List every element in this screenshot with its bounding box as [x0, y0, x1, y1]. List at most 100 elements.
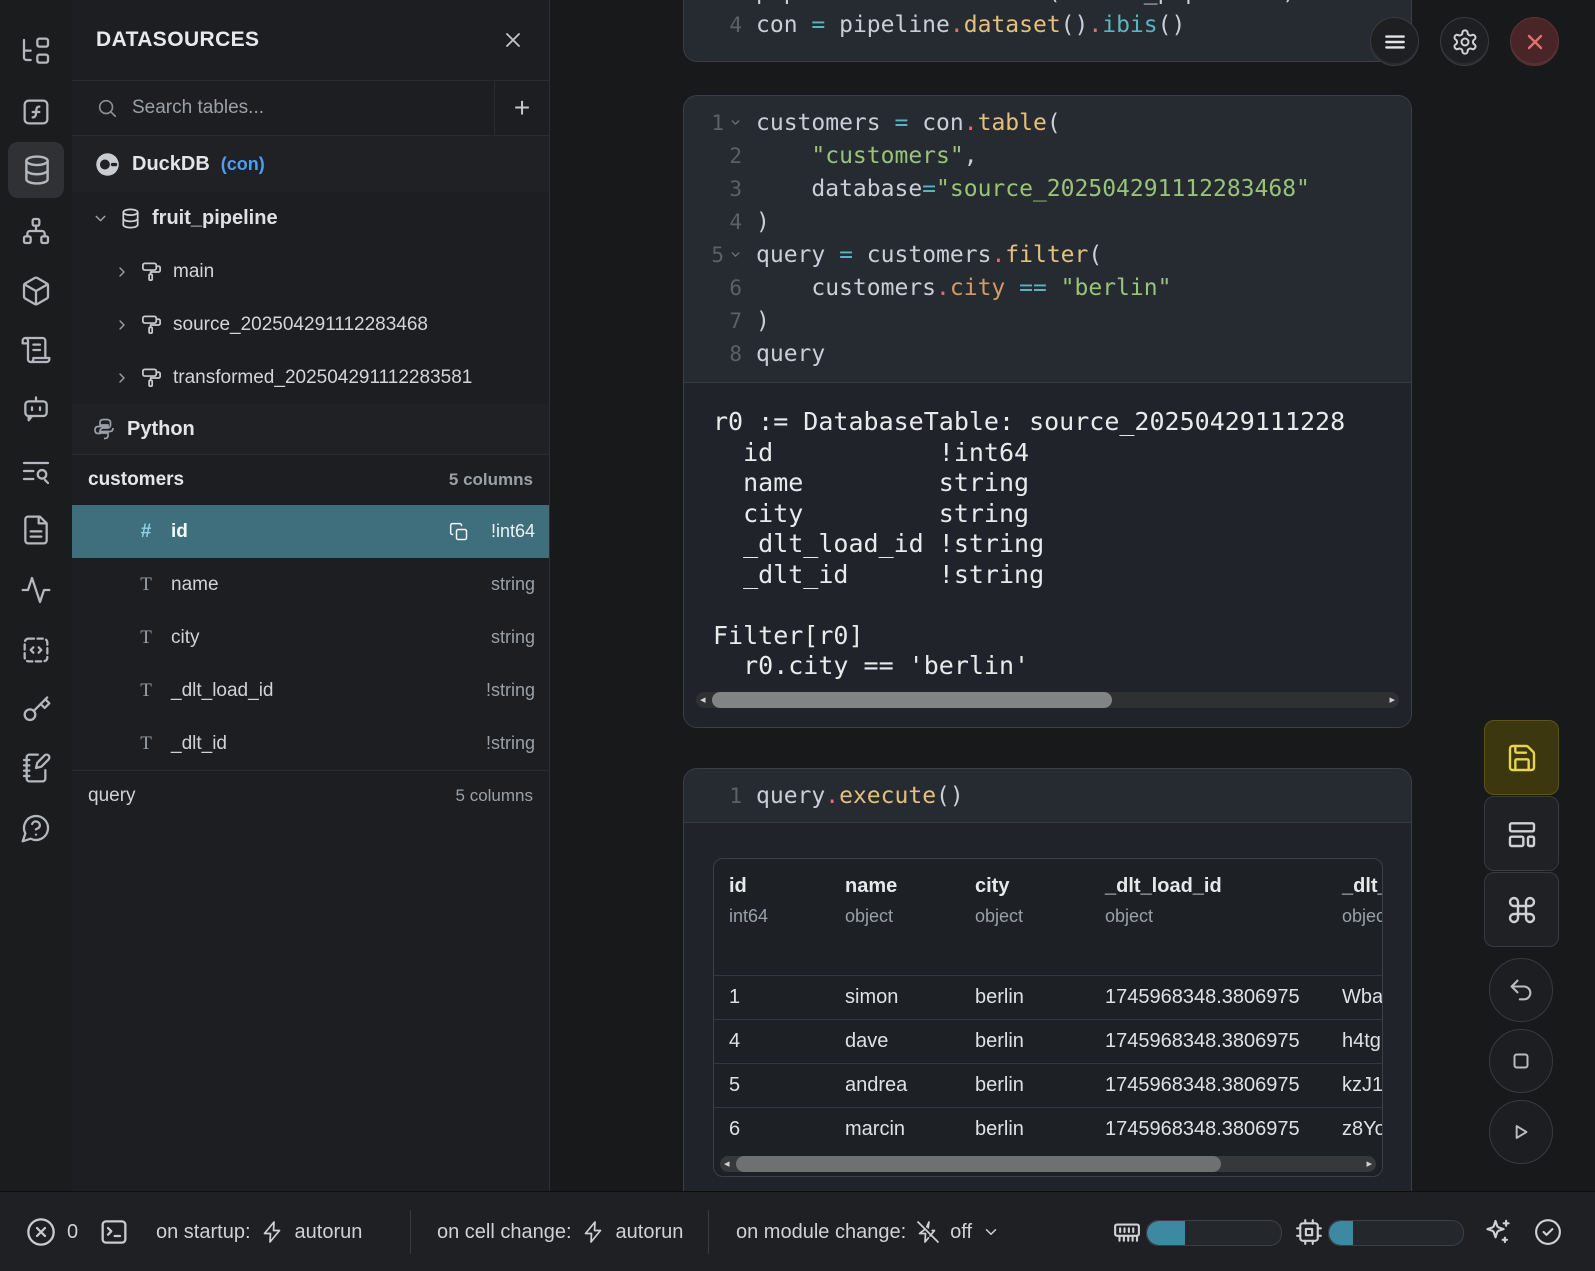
command-icon — [1506, 894, 1538, 926]
copy-icon[interactable] — [449, 522, 469, 542]
scrollbar-thumb[interactable] — [712, 692, 1112, 708]
column-row-id[interactable]: # id !int64 — [72, 505, 549, 558]
tree-item-label: main — [173, 261, 214, 283]
zap-icon — [582, 1220, 606, 1244]
dependency-graph-icon[interactable] — [20, 215, 52, 247]
text-type-icon: T — [135, 680, 157, 702]
column-header-id[interactable]: idint64 — [714, 859, 830, 976]
tree-item-source[interactable]: source_202504291112283468 — [72, 298, 549, 351]
tree-item-fruit-pipeline[interactable]: fruit_pipeline — [72, 192, 549, 245]
connection-badge: (con) — [221, 154, 265, 175]
ai-assistant-button[interactable] — [1483, 1192, 1513, 1271]
column-name: name — [171, 574, 477, 596]
stop-icon — [1508, 1048, 1534, 1074]
dataframe-query-header[interactable]: query 5 columns — [72, 770, 549, 821]
help-icon[interactable] — [20, 812, 52, 844]
save-button[interactable] — [1484, 720, 1559, 795]
fold-icon[interactable] — [729, 248, 742, 261]
datasources-icon[interactable] — [20, 153, 52, 185]
ram-usage[interactable] — [1112, 1192, 1142, 1271]
notebook-menu-button[interactable] — [1370, 17, 1419, 66]
file-icon[interactable] — [20, 514, 52, 546]
python-section-label: Python — [127, 418, 195, 441]
number-type-icon: # — [135, 521, 157, 543]
dataframe-name: customers — [88, 469, 184, 491]
panel-header: DATASOURCES — [72, 0, 549, 81]
code-cell-2[interactable]: 1 customers = con.table( 2 "customers", … — [683, 95, 1412, 728]
ibis-expression-output: r0 := DatabaseTable: source_202504291112… — [684, 383, 1411, 682]
scroll-right-arrow[interactable]: ▸ — [1366, 1157, 1372, 1170]
function-icon[interactable] — [20, 96, 52, 128]
app-window: DATASOURCES Search tables... + DuckDB (c… — [0, 0, 1595, 1271]
python-logo-icon — [92, 417, 116, 441]
column-header-city[interactable]: cityobject — [960, 859, 1090, 976]
column-row-city[interactable]: T city string — [72, 611, 549, 664]
tree-item-label: transformed_202504291112283581 — [173, 367, 472, 389]
close-panel-icon[interactable] — [501, 28, 525, 52]
table-row[interactable]: 1simonberlin1745968348.3806975Wba — [714, 976, 1383, 1020]
table-header-row: idint64 nameobject cityobject _dlt_load_… — [714, 859, 1383, 976]
column-header-dlt-id[interactable]: _dlt_idobject — [1327, 859, 1383, 976]
result-table-container[interactable]: idint64 nameobject cityobject _dlt_load_… — [713, 858, 1383, 1177]
settings-button[interactable] — [1440, 17, 1489, 66]
column-header-name[interactable]: nameobject — [830, 859, 960, 976]
chevron-right-icon — [114, 317, 130, 333]
connection-row-duckdb[interactable]: DuckDB (con) — [72, 136, 549, 192]
on-cell-change-setting[interactable]: on cell change: autorun — [437, 1192, 683, 1271]
search-tables-input[interactable]: Search tables... — [72, 81, 494, 135]
command-palette-button[interactable] — [1484, 872, 1559, 947]
python-section-header[interactable]: Python — [72, 404, 549, 454]
logs-search-icon[interactable] — [20, 455, 52, 487]
activity-icon[interactable] — [20, 574, 52, 606]
setting-value: off — [950, 1221, 972, 1244]
column-name: city — [171, 627, 477, 649]
scroll-left-arrow[interactable]: ◂ — [724, 1157, 730, 1170]
on-module-change-setting[interactable]: on module change: off — [736, 1192, 1000, 1271]
cpu-usage[interactable] — [1294, 1192, 1324, 1271]
chevron-right-icon — [114, 370, 130, 386]
scroll-left-arrow[interactable]: ◂ — [700, 693, 706, 706]
code-editor[interactable]: 1 customers = con.table( 2 "customers", … — [684, 96, 1411, 382]
sparkles-icon — [1483, 1217, 1513, 1247]
setting-label: on cell change: — [437, 1221, 572, 1244]
datasources-panel: DATASOURCES Search tables... + DuckDB (c… — [72, 0, 550, 1191]
table-row[interactable]: 4daveberlin1745968348.3806975h4tg — [714, 1020, 1383, 1064]
snippets-icon[interactable] — [20, 634, 52, 666]
scroll-right-arrow[interactable]: ▸ — [1389, 693, 1395, 706]
error-count-value: 0 — [67, 1221, 78, 1244]
connection-status-button[interactable] — [1533, 1192, 1563, 1271]
terminal-button[interactable] — [98, 1192, 130, 1271]
code-cell-1[interactable]: pipeline = dlt.attach("fruit_pipeline") … — [683, 0, 1412, 62]
layout-toggle-button[interactable] — [1484, 796, 1559, 871]
stop-button[interactable] — [1489, 1029, 1553, 1093]
tree-item-transformed[interactable]: transformed_202504291112283581 — [72, 351, 549, 404]
run-button[interactable] — [1489, 1100, 1553, 1164]
tree-item-main[interactable]: main — [72, 245, 549, 298]
dataframe-customers-header[interactable]: customers 5 columns — [72, 454, 549, 505]
code-editor[interactable]: 1 query.execute() — [684, 769, 1411, 822]
column-header-dlt-load-id[interactable]: _dlt_load_idobject — [1090, 859, 1327, 976]
code-cell-3[interactable]: 1 query.execute() idint64 nameobject cit… — [683, 768, 1412, 1250]
scrollbar-thumb[interactable] — [736, 1156, 1221, 1172]
error-count[interactable]: 0 — [25, 1192, 78, 1271]
undo-button[interactable] — [1489, 958, 1553, 1022]
column-row-dlt-load-id[interactable]: T _dlt_load_id !string — [72, 664, 549, 717]
column-row-name[interactable]: T name string — [72, 558, 549, 611]
horizontal-scrollbar[interactable]: ◂ ▸ — [696, 692, 1399, 708]
column-row-dlt-id[interactable]: T _dlt_id !string — [72, 717, 549, 770]
package-icon[interactable] — [20, 275, 52, 307]
table-horizontal-scrollbar[interactable]: ◂ ▸ — [720, 1156, 1376, 1172]
table-row[interactable]: 6marcinberlin1745968348.3806975z8Yo — [714, 1108, 1383, 1152]
partial-code-line: pipeline = dlt.attach("fruit_pipeline") — [756, 0, 1296, 5]
add-datasource-button[interactable]: + — [494, 81, 549, 135]
fold-icon[interactable] — [729, 116, 742, 129]
table-row[interactable]: 5andreaberlin1745968348.3806975kzJ1 — [714, 1064, 1383, 1108]
undo-icon — [1507, 976, 1535, 1004]
secrets-key-icon[interactable] — [20, 694, 52, 726]
on-startup-setting[interactable]: on startup: autorun — [156, 1192, 362, 1271]
scratchpad-icon[interactable] — [20, 752, 52, 784]
shutdown-button[interactable] — [1510, 17, 1559, 66]
scroll-docs-icon[interactable] — [20, 334, 52, 366]
ai-bot-icon[interactable] — [20, 392, 52, 424]
file-tree-icon[interactable] — [20, 36, 52, 68]
